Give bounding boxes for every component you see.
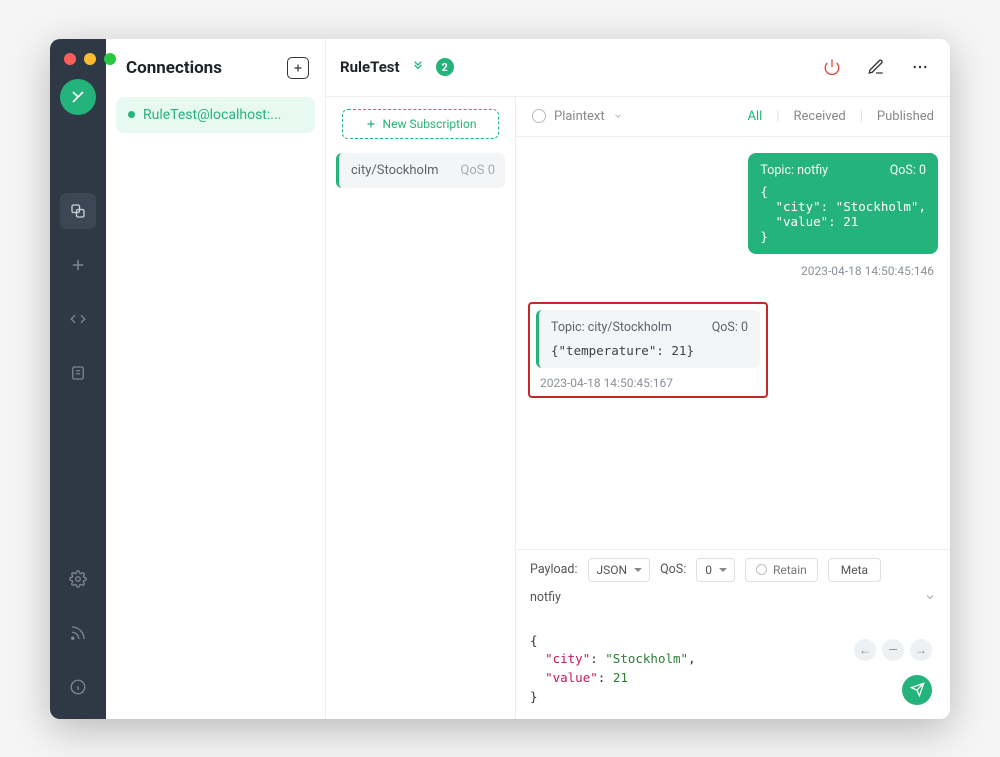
out-topic: Topic: notfiy bbox=[760, 163, 828, 178]
tab-received[interactable]: Received bbox=[794, 109, 846, 124]
in-topic: Topic: city/Stockholm bbox=[551, 320, 672, 335]
chevron-down-icon[interactable] bbox=[924, 591, 936, 603]
connections-nav-icon[interactable] bbox=[60, 193, 96, 229]
history-mid-button[interactable]: — bbox=[882, 639, 904, 661]
in-body: {"temperature": 21} bbox=[551, 343, 748, 358]
fullscreen-window-button[interactable] bbox=[104, 53, 116, 65]
composer: Payload: JSON QoS: 0 Retain Meta notfiy bbox=[516, 549, 950, 719]
connection-title: RuleTest bbox=[340, 58, 400, 76]
code-nav-icon[interactable] bbox=[60, 301, 96, 337]
app-window: Connections RuleTest@localhost:... RuleT… bbox=[50, 39, 950, 719]
disconnect-button[interactable] bbox=[818, 58, 846, 76]
connection-header: RuleTest 2 bbox=[326, 39, 950, 97]
status-dot-icon bbox=[128, 111, 135, 118]
payload-label: Payload: bbox=[530, 562, 578, 577]
connection-item[interactable]: RuleTest@localhost:... bbox=[116, 97, 315, 133]
chevron-down-icon bbox=[613, 111, 623, 121]
subscription-item[interactable]: city/Stockholm QoS 0 bbox=[336, 153, 505, 188]
retain-label: Retain bbox=[773, 563, 807, 577]
subscriptions-panel: New Subscription city/Stockholm QoS 0 bbox=[326, 97, 516, 719]
tab-published[interactable]: Published bbox=[877, 109, 934, 124]
qos-select[interactable]: 0 bbox=[696, 558, 735, 582]
history-prev-button[interactable]: ← bbox=[854, 639, 876, 661]
connections-header: Connections bbox=[106, 39, 325, 97]
expand-icon[interactable] bbox=[410, 59, 426, 75]
composer-topic[interactable]: notfiy bbox=[530, 590, 561, 605]
main-area: RuleTest 2 bbox=[326, 39, 950, 719]
published-message: Topic: notfiy QoS: 0 { "city": "Stockhol… bbox=[748, 153, 938, 254]
connections-title: Connections bbox=[126, 58, 222, 78]
feed-nav-icon[interactable] bbox=[60, 615, 96, 651]
close-window-button[interactable] bbox=[64, 53, 76, 65]
log-nav-icon[interactable] bbox=[60, 355, 96, 391]
payload-format-select[interactable]: JSON bbox=[588, 558, 651, 582]
qos-label: QoS: bbox=[660, 562, 686, 577]
format-indicator-icon bbox=[532, 109, 546, 123]
nav-sidebar bbox=[50, 39, 106, 719]
message-filter-bar: Plaintext All | Received | Published bbox=[516, 97, 950, 137]
message-list: Topic: notfiy QoS: 0 { "city": "Stockhol… bbox=[516, 137, 950, 549]
out-qos: QoS: 0 bbox=[890, 163, 926, 178]
history-nav: ← — → bbox=[854, 639, 932, 661]
format-label[interactable]: Plaintext bbox=[554, 109, 605, 124]
send-button[interactable] bbox=[902, 675, 932, 705]
add-nav-icon[interactable] bbox=[60, 247, 96, 283]
received-message: Topic: city/Stockholm QoS: 0 {"temperatu… bbox=[536, 310, 760, 368]
highlighted-received-message: Topic: city/Stockholm QoS: 0 {"temperatu… bbox=[528, 302, 768, 398]
radio-icon bbox=[756, 564, 767, 575]
settings-nav-icon[interactable] bbox=[60, 561, 96, 597]
messages-panel: Plaintext All | Received | Published bbox=[516, 97, 950, 719]
add-connection-button[interactable] bbox=[287, 57, 309, 79]
out-timestamp: 2023-04-18 14:50:45:146 bbox=[801, 264, 934, 278]
subscription-topic: city/Stockholm bbox=[351, 163, 439, 178]
app-logo bbox=[60, 79, 96, 115]
new-subscription-button[interactable]: New Subscription bbox=[342, 109, 499, 139]
subscription-qos: QoS 0 bbox=[460, 163, 495, 178]
more-button[interactable] bbox=[906, 58, 934, 76]
in-timestamp: 2023-04-18 14:50:45:167 bbox=[536, 376, 760, 390]
edit-button[interactable] bbox=[862, 58, 890, 76]
connections-panel: Connections RuleTest@localhost:... bbox=[106, 39, 326, 719]
unread-badge: 2 bbox=[436, 58, 454, 76]
connection-name: RuleTest@localhost:... bbox=[143, 107, 281, 123]
retain-toggle[interactable]: Retain bbox=[745, 558, 818, 582]
in-qos: QoS: 0 bbox=[712, 320, 748, 335]
minimize-window-button[interactable] bbox=[84, 53, 96, 65]
out-body: { "city": "Stockholm", "value": 21 } bbox=[760, 184, 926, 244]
window-controls bbox=[64, 53, 116, 65]
info-nav-icon[interactable] bbox=[60, 669, 96, 705]
new-subscription-label: New Subscription bbox=[383, 117, 477, 131]
history-next-button[interactable]: → bbox=[910, 639, 932, 661]
tab-all[interactable]: All bbox=[748, 109, 763, 124]
meta-button[interactable]: Meta bbox=[828, 558, 881, 582]
